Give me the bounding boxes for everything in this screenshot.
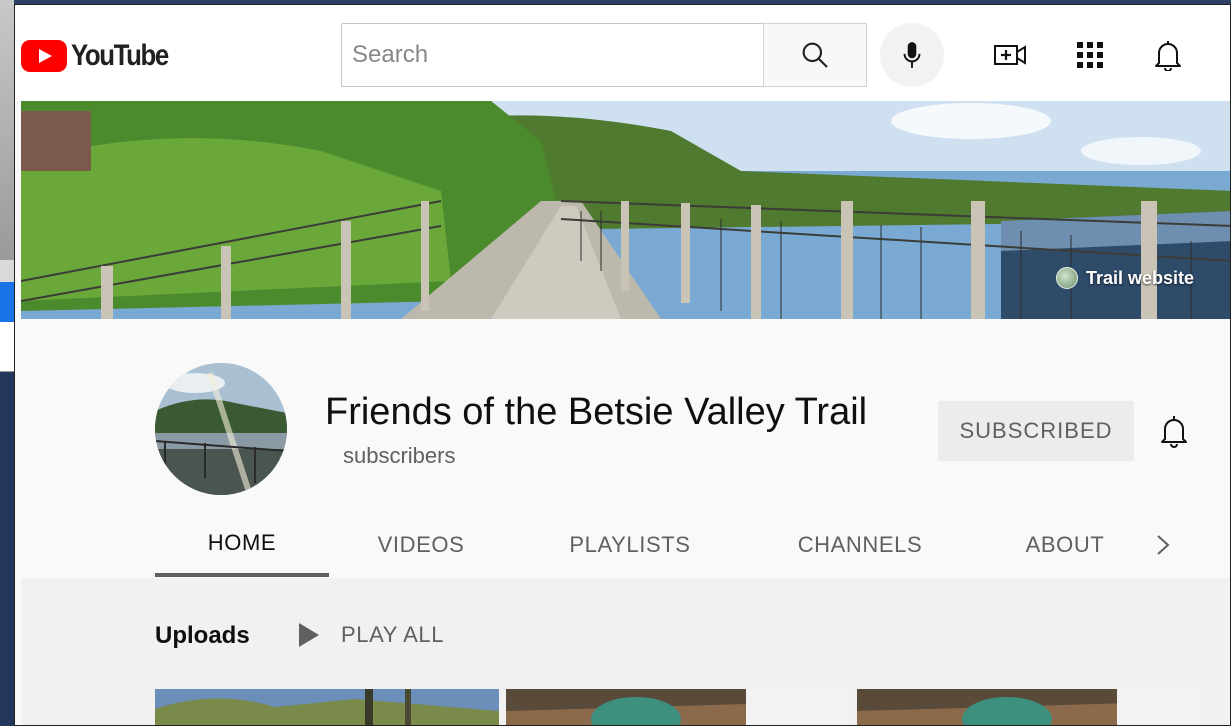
- channel-avatar[interactable]: [155, 363, 287, 495]
- search-box: [341, 23, 763, 87]
- tab-channels[interactable]: CHANNELS: [775, 513, 945, 577]
- create-video-button[interactable]: [993, 38, 1027, 72]
- tabs-next-button[interactable]: [1143, 525, 1183, 565]
- youtube-window: YouTube Search Trail website Friends of …: [14, 4, 1231, 726]
- channel-notifications-button[interactable]: [1157, 413, 1191, 449]
- video-thumbnail[interactable]: [506, 689, 850, 725]
- search-input[interactable]: [352, 41, 763, 69]
- apps-grid-icon: [1077, 42, 1103, 68]
- apps-button[interactable]: [1073, 38, 1107, 72]
- microphone-icon: [903, 42, 921, 68]
- subscribe-button[interactable]: SUBSCRIBED: [938, 401, 1134, 461]
- play-all-label: PLAY ALL: [341, 622, 445, 647]
- background-window-edge: [0, 0, 14, 726]
- play-icon: [299, 623, 319, 647]
- thumbnail-image: [155, 689, 499, 725]
- bell-icon: [1155, 41, 1181, 71]
- thumbnail-image: [857, 689, 1201, 725]
- masthead: YouTube: [15, 5, 1230, 101]
- search-button[interactable]: [763, 23, 867, 87]
- avatar-image: [155, 363, 287, 495]
- trail-website-label: Trail website: [1085, 267, 1194, 288]
- banner-image: [21, 101, 1230, 319]
- channel-tabs: HOME VIDEOS PLAYLISTS CHANNELS ABOUT: [155, 513, 1215, 578]
- video-thumbnail[interactable]: [155, 689, 499, 725]
- channel-header: Friends of the Betsie Valley Trail subsc…: [21, 319, 1230, 578]
- tab-playlists[interactable]: PLAYLISTS: [545, 513, 715, 577]
- voice-search-button[interactable]: [880, 23, 944, 87]
- chevron-right-icon: [1157, 535, 1170, 555]
- channel-banner: Trail website: [21, 101, 1230, 319]
- trail-website-link[interactable]: Trail website: [1055, 267, 1194, 289]
- logo-text: YouTube: [71, 39, 169, 72]
- tab-about[interactable]: ABOUT: [1005, 513, 1125, 577]
- play-all-button[interactable]: PLAY ALL: [299, 622, 444, 648]
- youtube-play-icon: [21, 40, 67, 72]
- video-thumbnail[interactable]: [857, 689, 1201, 725]
- website-favicon-icon: [1055, 267, 1078, 289]
- home-content: Uploads PLAY ALL: [21, 578, 1230, 725]
- channel-name: Friends of the Betsie Valley Trail: [325, 391, 868, 433]
- tab-videos[interactable]: VIDEOS: [351, 513, 491, 577]
- youtube-logo[interactable]: YouTube: [21, 39, 184, 73]
- create-video-icon: [994, 45, 1026, 65]
- subscriber-count: subscribers: [343, 443, 456, 468]
- notifications-button[interactable]: [1151, 38, 1185, 72]
- thumbnail-image: [506, 689, 850, 725]
- tab-home[interactable]: HOME: [155, 513, 329, 577]
- uploads-heading[interactable]: Uploads: [155, 622, 250, 650]
- bell-icon: [1161, 416, 1187, 448]
- search-icon: [802, 42, 828, 68]
